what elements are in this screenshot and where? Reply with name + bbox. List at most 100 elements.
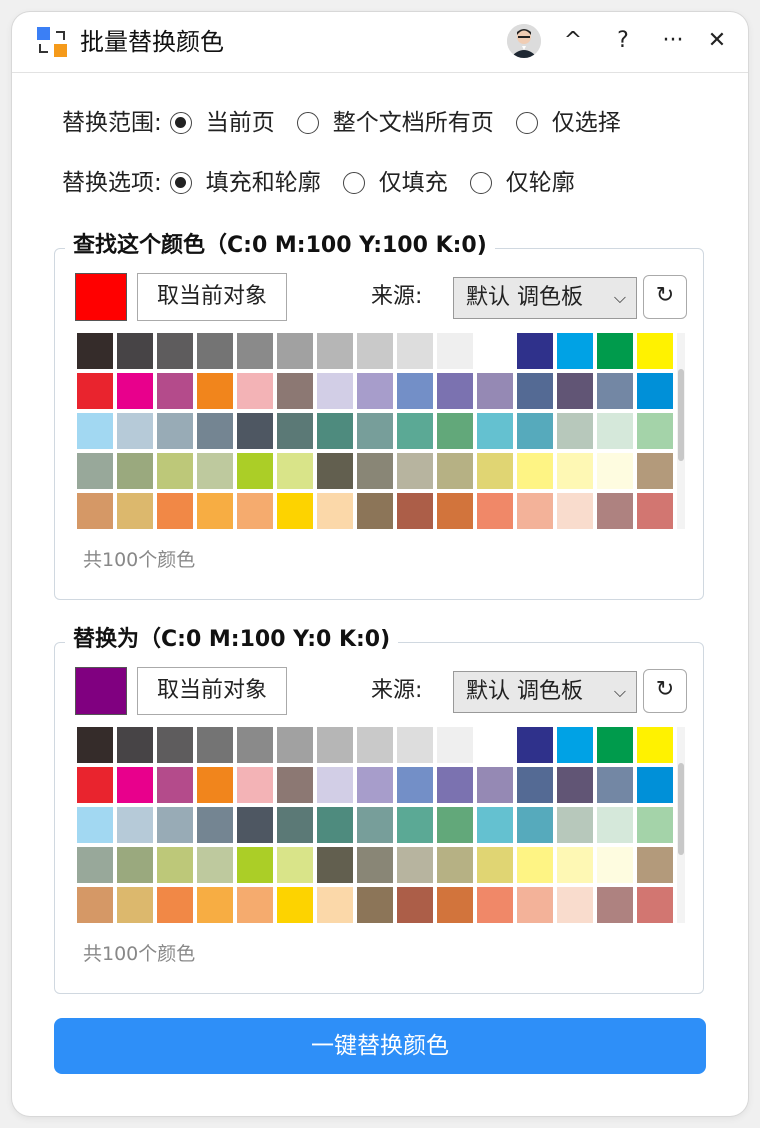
find-palette-scrollbar[interactable] xyxy=(677,333,685,529)
palette-color-cell[interactable] xyxy=(517,373,553,409)
palette-color-cell[interactable] xyxy=(357,453,393,489)
palette-color-cell[interactable] xyxy=(197,727,233,763)
scrollbar-thumb[interactable] xyxy=(678,763,684,855)
palette-color-cell[interactable] xyxy=(157,767,193,803)
palette-color-cell[interactable] xyxy=(477,807,513,843)
palette-color-cell[interactable] xyxy=(157,493,193,529)
palette-color-cell[interactable] xyxy=(157,807,193,843)
palette-color-cell[interactable] xyxy=(517,727,553,763)
palette-color-cell[interactable] xyxy=(277,887,313,923)
palette-color-cell[interactable] xyxy=(237,333,273,369)
palette-color-cell[interactable] xyxy=(157,333,193,369)
palette-color-cell[interactable] xyxy=(237,807,273,843)
palette-color-cell[interactable] xyxy=(397,373,433,409)
palette-color-cell[interactable] xyxy=(397,413,433,449)
palette-color-cell[interactable] xyxy=(277,767,313,803)
palette-color-cell[interactable] xyxy=(317,493,353,529)
replace-current-color-swatch[interactable] xyxy=(75,667,127,715)
palette-color-cell[interactable] xyxy=(477,847,513,883)
palette-color-cell[interactable] xyxy=(277,493,313,529)
palette-color-cell[interactable] xyxy=(477,413,513,449)
palette-color-cell[interactable] xyxy=(117,453,153,489)
palette-color-cell[interactable] xyxy=(237,887,273,923)
find-pick-object-button[interactable]: 取当前对象 xyxy=(137,273,287,321)
palette-color-cell[interactable] xyxy=(397,847,433,883)
palette-color-cell[interactable] xyxy=(597,453,633,489)
palette-color-cell[interactable] xyxy=(517,767,553,803)
palette-color-cell[interactable] xyxy=(237,847,273,883)
palette-color-cell[interactable] xyxy=(517,847,553,883)
palette-color-cell[interactable] xyxy=(557,453,593,489)
palette-color-cell[interactable] xyxy=(357,847,393,883)
palette-color-cell[interactable] xyxy=(77,373,113,409)
palette-color-cell[interactable] xyxy=(357,887,393,923)
palette-color-cell[interactable] xyxy=(637,493,673,529)
option-radio-outline-only[interactable]: 仅轮廓 xyxy=(469,166,575,200)
palette-color-cell[interactable] xyxy=(437,807,473,843)
palette-color-cell[interactable] xyxy=(197,453,233,489)
palette-color-cell[interactable] xyxy=(317,373,353,409)
palette-color-cell[interactable] xyxy=(117,887,153,923)
scope-radio-selection[interactable]: 仅选择 xyxy=(515,106,621,140)
palette-color-cell[interactable] xyxy=(317,453,353,489)
palette-color-cell[interactable] xyxy=(277,373,313,409)
palette-color-cell[interactable] xyxy=(557,887,593,923)
palette-color-cell[interactable] xyxy=(117,847,153,883)
palette-color-cell[interactable] xyxy=(317,847,353,883)
palette-color-cell[interactable] xyxy=(77,887,113,923)
palette-color-cell[interactable] xyxy=(357,413,393,449)
palette-color-cell[interactable] xyxy=(277,413,313,449)
palette-color-cell[interactable] xyxy=(197,807,233,843)
palette-color-cell[interactable] xyxy=(437,493,473,529)
palette-color-cell[interactable] xyxy=(197,847,233,883)
palette-color-cell[interactable] xyxy=(557,333,593,369)
palette-color-cell[interactable] xyxy=(517,333,553,369)
palette-color-cell[interactable] xyxy=(77,727,113,763)
palette-color-cell[interactable] xyxy=(397,807,433,843)
palette-color-cell[interactable] xyxy=(237,453,273,489)
palette-color-cell[interactable] xyxy=(557,493,593,529)
palette-color-cell[interactable] xyxy=(637,847,673,883)
palette-color-cell[interactable] xyxy=(437,453,473,489)
palette-color-cell[interactable] xyxy=(517,887,553,923)
palette-color-cell[interactable] xyxy=(557,727,593,763)
help-button[interactable]: ? xyxy=(606,24,640,58)
palette-color-cell[interactable] xyxy=(317,767,353,803)
find-current-color-swatch[interactable] xyxy=(75,273,127,321)
palette-color-cell[interactable] xyxy=(477,333,513,369)
palette-color-cell[interactable] xyxy=(77,453,113,489)
scope-radio-all-pages[interactable]: 整个文档所有页 xyxy=(296,106,494,140)
palette-color-cell[interactable] xyxy=(477,453,513,489)
palette-color-cell[interactable] xyxy=(277,453,313,489)
palette-color-cell[interactable] xyxy=(117,413,153,449)
palette-color-cell[interactable] xyxy=(477,767,513,803)
more-button[interactable]: ··· xyxy=(656,24,690,58)
option-radio-fill-only[interactable]: 仅填充 xyxy=(342,166,448,200)
palette-color-cell[interactable] xyxy=(397,333,433,369)
palette-color-cell[interactable] xyxy=(77,807,113,843)
palette-color-cell[interactable] xyxy=(357,727,393,763)
palette-color-cell[interactable] xyxy=(557,767,593,803)
palette-color-cell[interactable] xyxy=(277,847,313,883)
palette-color-cell[interactable] xyxy=(117,333,153,369)
palette-color-cell[interactable] xyxy=(317,887,353,923)
palette-color-cell[interactable] xyxy=(317,333,353,369)
palette-color-cell[interactable] xyxy=(357,373,393,409)
palette-color-cell[interactable] xyxy=(437,847,473,883)
palette-color-cell[interactable] xyxy=(157,373,193,409)
palette-color-cell[interactable] xyxy=(637,807,673,843)
palette-color-cell[interactable] xyxy=(637,887,673,923)
palette-color-cell[interactable] xyxy=(77,493,113,529)
palette-color-cell[interactable] xyxy=(197,333,233,369)
palette-color-cell[interactable] xyxy=(477,727,513,763)
palette-color-cell[interactable] xyxy=(597,847,633,883)
palette-color-cell[interactable] xyxy=(557,413,593,449)
palette-color-cell[interactable] xyxy=(157,413,193,449)
palette-color-cell[interactable] xyxy=(317,413,353,449)
palette-color-cell[interactable] xyxy=(237,767,273,803)
palette-color-cell[interactable] xyxy=(357,807,393,843)
palette-color-cell[interactable] xyxy=(637,727,673,763)
palette-color-cell[interactable] xyxy=(397,767,433,803)
palette-color-cell[interactable] xyxy=(357,333,393,369)
palette-color-cell[interactable] xyxy=(77,333,113,369)
